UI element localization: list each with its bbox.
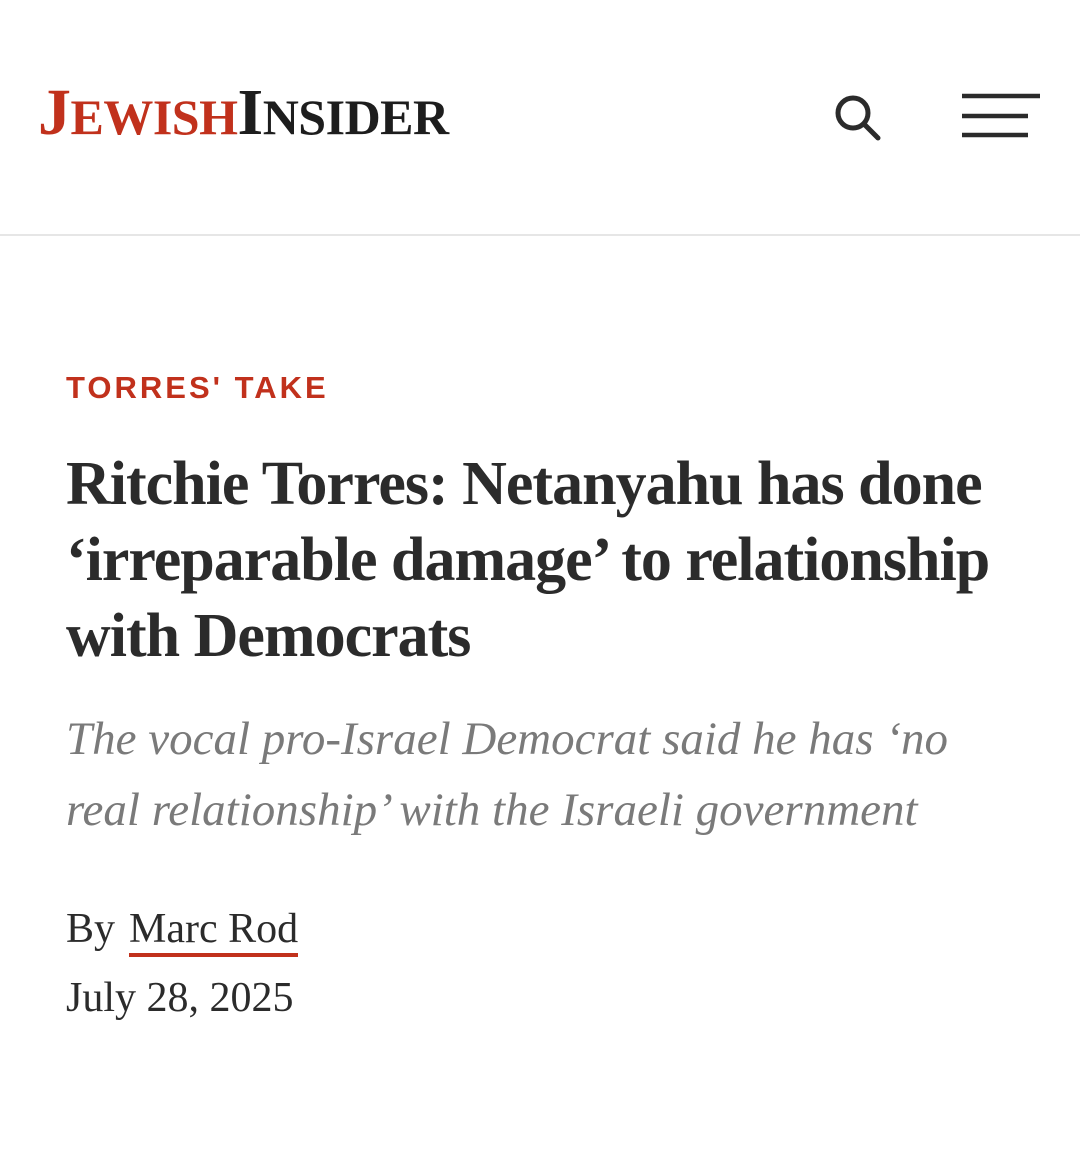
article-headline: Ritchie Torres: Netanyahu has done ‘irre… (66, 450, 990, 670)
byline-prefix: By (66, 906, 116, 952)
article-kicker-link[interactable]: TORRES' TAKE (66, 360, 329, 416)
hamburger-menu-icon (962, 93, 1040, 138)
article-header: TORRES' TAKE Ritchie Torres: Netanyahu h… (66, 360, 1016, 1025)
site-header: J EWISH I NSIDER (0, 0, 1080, 236)
byline: By Marc Rod (66, 902, 1016, 957)
search-button[interactable] (826, 86, 890, 150)
publish-date: July 28, 2025 (66, 975, 294, 1021)
author-link[interactable]: Marc Rod (129, 905, 299, 957)
menu-button[interactable] (956, 88, 1046, 144)
logo-insider-rest: NSIDER (262, 89, 449, 145)
logo-jewish-rest: EWISH (70, 89, 239, 145)
site-logo[interactable]: J EWISH I NSIDER (38, 80, 449, 150)
logo-jewish-initial: J (38, 76, 71, 149)
article-dek: The vocal pro-Israel Democrat said he ha… (66, 713, 948, 836)
logo-insider-initial: I (237, 76, 264, 149)
search-icon (835, 95, 881, 141)
